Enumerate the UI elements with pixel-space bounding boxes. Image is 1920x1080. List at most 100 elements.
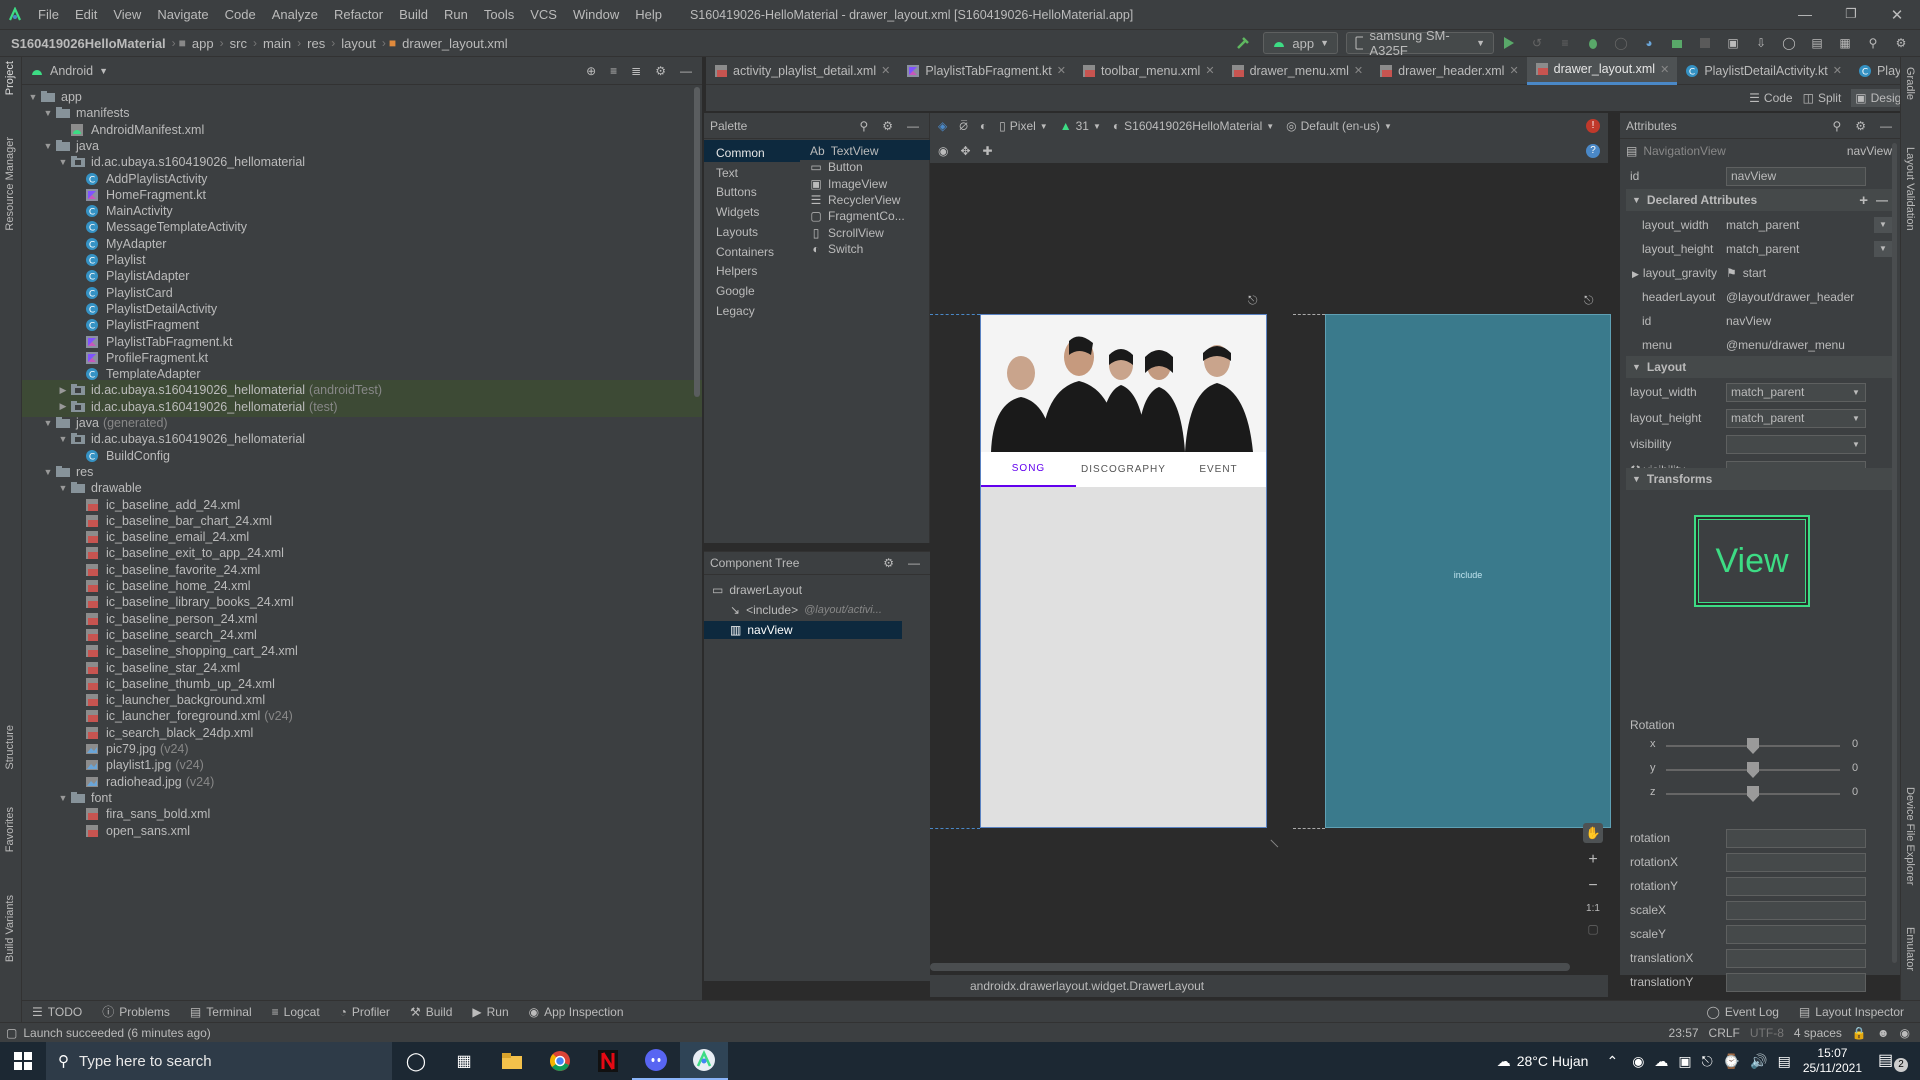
chevron-down-icon[interactable]: ▼ [41,467,55,477]
palette-item[interactable]: ▯ ScrollView [810,226,884,240]
menu-window[interactable]: Window [565,0,627,29]
transform-field-input[interactable] [1726,948,1866,968]
palette-category-buttons[interactable]: Buttons [716,185,757,199]
palette-category-common[interactable]: Common [716,146,765,160]
editor-tab[interactable]: drawer_layout.xml ✕ [1526,56,1678,85]
status-square-icon[interactable]: ▢ [6,1026,17,1040]
settings-icon[interactable]: ⚙ [1888,36,1914,50]
project-structure-icon[interactable]: ▦ [1832,36,1858,50]
palette-item[interactable]: ◐ Switch [810,242,863,256]
search-everywhere-icon[interactable]: ⚲ [1860,36,1886,50]
task-view-icon[interactable]: ▦ [440,1051,488,1071]
component-tree-row[interactable]: ▭ drawerLayout [704,581,902,599]
close-tab-icon[interactable]: ✕ [1660,63,1669,76]
file-encoding[interactable]: UTF-8 [1750,1026,1784,1040]
minimize-icon[interactable]: — [1782,6,1828,24]
rotation-slider-thumb[interactable] [1747,786,1759,802]
netflix-icon[interactable] [584,1042,632,1080]
menu-tools[interactable]: Tools [476,0,522,29]
pan-icon[interactable]: ✥ [960,144,970,158]
transform-field-input[interactable] [1726,900,1866,920]
tool-window-structure[interactable]: Structure [4,725,16,770]
pan-hand-icon[interactable]: ✋ [1583,823,1603,843]
error-icon[interactable]: ! [1586,119,1600,133]
clock[interactable]: 15:07 25/11/2021 [1803,1046,1862,1076]
palette-item[interactable]: Ab TextView [810,144,879,158]
menu-edit[interactable]: Edit [67,0,105,29]
gear-icon[interactable]: ⚙ [655,64,666,78]
chevron-right-icon[interactable]: ▶ [56,385,70,396]
status-message[interactable]: Launch succeeded (6 minutes ago) [23,1026,210,1040]
mode-code[interactable]: ☰ Code [1749,91,1792,105]
remove-attribute-icon[interactable]: — [1876,193,1888,207]
api-selector[interactable]: ▲ 31 ▼ [1060,119,1101,133]
attach-debugger-icon[interactable] [1664,36,1690,50]
hide-icon[interactable]: — [680,64,692,78]
declared-attribute-row[interactable]: headerLayout @layout/drawer_header [1630,286,1892,308]
cortana-icon[interactable]: ◯ [392,1051,440,1072]
memory-icon[interactable]: ◉ [1900,1026,1910,1040]
declared-attribute-row[interactable]: layout_width match_parent ▼ [1630,214,1892,236]
collapse-all-icon[interactable]: ≣ [631,64,641,78]
layers-icon[interactable]: ◈ [938,119,947,133]
hammer-build-icon[interactable] [1235,35,1251,51]
help-icon[interactable]: ? [1586,144,1600,158]
declared-attribute-row[interactable]: menu @menu/drawer_menu [1630,334,1892,356]
palette-category-google[interactable]: Google [716,284,755,298]
hide-icon[interactable]: — [1880,119,1892,133]
rotation-slider-thumb[interactable] [1747,738,1759,754]
chevron-down-icon[interactable]: ▼ [56,434,70,444]
orientation-icon[interactable]: ⦱ [959,119,968,134]
chevron-down-icon[interactable]: ▼ [56,483,70,493]
hide-icon[interactable]: — [907,119,919,133]
weather-text[interactable]: 28°C Hujan [1517,1053,1589,1069]
tool-window-gradle[interactable]: Gradle [1904,67,1916,100]
attribute-value[interactable]: match_parent [1726,242,1874,256]
run-icon[interactable] [1496,36,1522,50]
menu-help[interactable]: Help [627,0,670,29]
avd-manager-icon[interactable]: ▤ [1804,36,1830,50]
chevron-down-icon[interactable]: ▼ [41,418,55,428]
line-separator[interactable]: CRLF [1709,1026,1740,1040]
search-icon[interactable]: ⚲ [859,119,868,133]
breadcrumb-item[interactable]: src [227,36,250,51]
taskbar-search[interactable]: ⚲ Type here to search [46,1042,392,1080]
tray-app-icon[interactable]: ▣ [1678,1053,1691,1070]
attribute-value[interactable]: match_parent [1726,218,1874,232]
close-tab-icon[interactable]: ✕ [881,64,890,77]
sync-gradle-icon[interactable]: ◯ [1776,36,1802,50]
restore-icon[interactable]: ❐ [1828,6,1874,24]
chevron-down-icon[interactable]: ▼ [41,141,55,151]
attribute-dropdown[interactable]: ▼ [1726,434,1866,454]
locate-icon[interactable]: ⊕ [586,64,596,78]
tab-song[interactable]: SONG [981,452,1076,487]
palette-item[interactable]: ▭ Button [810,160,862,174]
declared-attribute-row[interactable]: layout_height match_parent ▼ [1630,238,1892,260]
margin-icon[interactable]: ✚ [983,144,993,158]
palette-item[interactable]: ▢ FragmentCo... [810,209,904,223]
palette-category-helpers[interactable]: Helpers [716,264,757,278]
layout-inspector-tab[interactable]: ▤ Layout Inspector [1789,1005,1914,1019]
breadcrumb-item[interactable]: layout [338,36,379,51]
locale-selector[interactable]: ◎ Default (en-us) ▼ [1286,119,1392,133]
view-options-icon[interactable]: ◉ [938,144,948,158]
close-tab-icon[interactable]: ✕ [1354,64,1363,77]
zoom-in-icon[interactable]: + [1588,851,1597,869]
menu-vcs[interactable]: VCS [522,0,565,29]
tool-window-emulator[interactable]: Emulator [1904,927,1916,971]
breadcrumb-item[interactable]: res [304,36,328,51]
discord-icon[interactable] [632,1042,680,1080]
breadcrumb-item[interactable]: main [260,36,294,51]
palette-category-layouts[interactable]: Layouts [716,225,758,239]
tool-window-favorites[interactable]: Favorites [4,807,16,852]
search-icon[interactable]: ⚲ [1832,119,1841,133]
zoom-actual-size[interactable]: 1:1 [1586,903,1600,914]
transform-field-input[interactable] [1726,972,1866,992]
chevron-down-icon[interactable]: ▼ [56,157,70,167]
menu-build[interactable]: Build [391,0,436,29]
attribute-dropdown[interactable]: match_parent ▼ [1726,382,1866,402]
attribute-value[interactable]: ⚑ start [1726,266,1892,280]
component-tree-row[interactable]: ↘ <include> @layout/activi... [704,601,902,619]
hide-icon[interactable]: — [908,556,920,570]
gear-icon[interactable]: ⚙ [882,119,893,133]
